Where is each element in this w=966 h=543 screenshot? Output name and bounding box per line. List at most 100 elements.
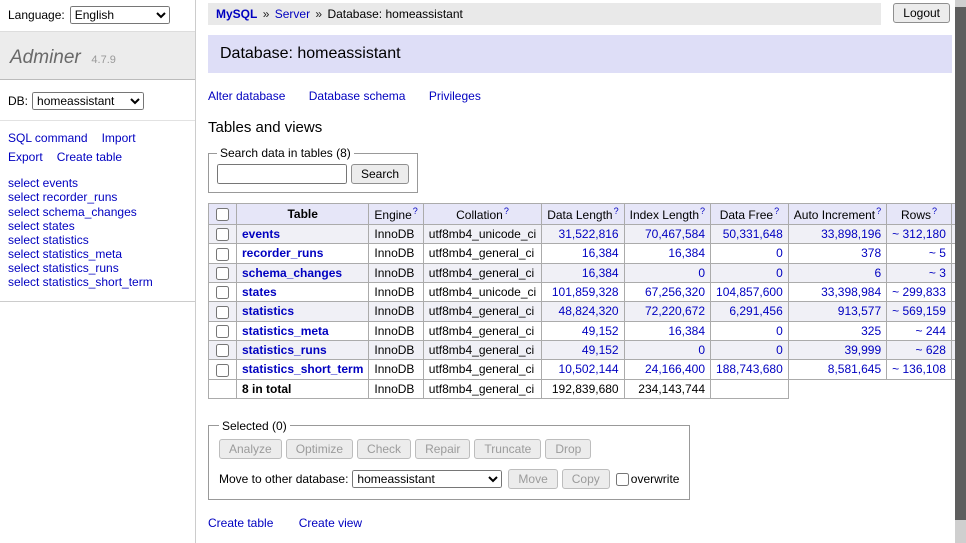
- sidebar-table-link[interactable]: select states: [8, 219, 75, 233]
- move-database-select[interactable]: homeassistant: [352, 470, 502, 488]
- column-header-rows: Rows?: [887, 204, 952, 225]
- help-link[interactable]: ?: [413, 206, 418, 216]
- database-schema-link[interactable]: Database schema: [309, 89, 406, 103]
- rows-cell[interactable]: ~ 5: [887, 244, 952, 263]
- data-length-cell: 16,384: [542, 244, 624, 263]
- row-checkbox[interactable]: [216, 325, 229, 338]
- engine-cell: InnoDB: [369, 302, 423, 321]
- table-link[interactable]: schema_changes: [242, 266, 342, 280]
- db-label: DB:: [8, 94, 28, 108]
- row-checkbox[interactable]: [216, 267, 229, 280]
- overwrite-label-wrap: overwrite: [616, 472, 680, 486]
- sidebar-table-link[interactable]: select statistics_meta: [8, 247, 122, 261]
- overwrite-label: overwrite: [631, 472, 680, 486]
- alter-database-link[interactable]: Alter database: [208, 89, 285, 103]
- rows-cell[interactable]: ~ 628: [887, 340, 952, 359]
- column-header-auto-increment: Auto Increment?: [788, 204, 886, 225]
- breadcrumb-link-mysql[interactable]: MySQL: [216, 7, 257, 21]
- privileges-link[interactable]: Privileges: [429, 89, 481, 103]
- total-data-length-cell: 192,839,680: [542, 379, 624, 398]
- sidebar-table-link[interactable]: select statistics: [8, 233, 89, 247]
- data-free-cell: 188,743,680: [711, 360, 789, 379]
- row-checkbox-cell: [209, 282, 237, 301]
- sidebar-table-item: select schema_changes: [8, 205, 187, 219]
- collation-cell: utf8mb4_general_ci: [423, 263, 541, 282]
- sidebar-link-export[interactable]: Export: [8, 150, 43, 164]
- help-link[interactable]: ?: [876, 206, 881, 216]
- table-link[interactable]: recorder_runs: [242, 246, 323, 260]
- database-nav-links: Alter database Database schema Privilege…: [208, 89, 952, 103]
- row-checkbox[interactable]: [216, 306, 229, 319]
- drop-button[interactable]: Drop: [545, 439, 591, 459]
- auto-increment-cell: 33,398,984: [788, 282, 886, 301]
- page-title: Database: homeassistant: [208, 35, 952, 73]
- table-link[interactable]: events: [242, 227, 280, 241]
- analyze-button[interactable]: Analyze: [219, 439, 282, 459]
- db-select[interactable]: homeassistant: [32, 92, 144, 110]
- breadcrumb-link-server[interactable]: Server: [275, 7, 310, 21]
- sidebar-table-link[interactable]: select statistics_runs: [8, 261, 119, 275]
- data-free-cell: 0: [711, 340, 789, 359]
- help-link[interactable]: ?: [700, 206, 705, 216]
- create-table-link[interactable]: Create table: [208, 516, 273, 530]
- sidebar-table-item: select statistics_runs: [8, 261, 187, 275]
- sidebar-table-link[interactable]: select recorder_runs: [8, 190, 117, 204]
- data-length-cell: 48,824,320: [542, 302, 624, 321]
- table-total-row: 8 in totalInnoDButf8mb4_general_ci192,83…: [209, 379, 966, 398]
- check-button[interactable]: Check: [357, 439, 411, 459]
- table-link[interactable]: statistics_meta: [242, 324, 329, 338]
- copy-button[interactable]: Copy: [562, 469, 610, 489]
- help-link[interactable]: ?: [774, 206, 779, 216]
- sidebar-link-import[interactable]: Import: [102, 131, 136, 145]
- selected-buttons-row: AnalyzeOptimizeCheckRepairTruncateDrop: [219, 439, 679, 459]
- logout-button[interactable]: Logout: [893, 3, 950, 23]
- rows-cell[interactable]: ~ 299,833: [887, 282, 952, 301]
- row-checkbox[interactable]: [216, 248, 229, 261]
- scrollbar[interactable]: [955, 0, 966, 543]
- row-checkbox-cell: [209, 225, 237, 244]
- table-link[interactable]: statistics_runs: [242, 343, 327, 357]
- scrollbar-thumb[interactable]: [955, 7, 966, 520]
- sidebar-link-create-table[interactable]: Create table: [57, 150, 122, 164]
- table-row: statistics_short_termInnoDButf8mb4_gener…: [209, 360, 966, 379]
- language-select[interactable]: English: [70, 6, 170, 24]
- row-checkbox[interactable]: [216, 286, 229, 299]
- table-link[interactable]: states: [242, 285, 277, 299]
- sidebar-table-item: select statistics_meta: [8, 247, 187, 261]
- rows-cell[interactable]: ~ 312,180: [887, 225, 952, 244]
- create-view-link[interactable]: Create view: [299, 516, 362, 530]
- optimize-button[interactable]: Optimize: [286, 439, 353, 459]
- move-button[interactable]: Move: [508, 469, 557, 489]
- rows-cell[interactable]: ~ 569,159: [887, 302, 952, 321]
- table-link[interactable]: statistics_short_term: [242, 362, 363, 376]
- adminer-brand: Adminer 4.7.9: [0, 31, 195, 80]
- data-free-cell: 50,331,648: [711, 225, 789, 244]
- main-content: MySQL » Server » Database: homeassistant…: [196, 0, 966, 543]
- row-checkbox[interactable]: [216, 344, 229, 357]
- row-checkbox[interactable]: [216, 228, 229, 241]
- table-link[interactable]: statistics: [242, 304, 294, 318]
- rows-cell[interactable]: ~ 136,108: [887, 360, 952, 379]
- sidebar-link-sql-command[interactable]: SQL command: [8, 131, 88, 145]
- overwrite-checkbox[interactable]: [616, 473, 629, 486]
- search-button[interactable]: Search: [351, 164, 409, 184]
- column-header-collation: Collation?: [423, 204, 541, 225]
- sidebar-table-link[interactable]: select schema_changes: [8, 205, 137, 219]
- column-header-table: Table: [237, 204, 369, 225]
- row-checkbox-cell: [209, 263, 237, 282]
- help-link[interactable]: ?: [504, 206, 509, 216]
- rows-cell[interactable]: ~ 244: [887, 321, 952, 340]
- data-length-cell: 49,152: [542, 340, 624, 359]
- search-input[interactable]: [217, 164, 347, 184]
- repair-button[interactable]: Repair: [415, 439, 470, 459]
- help-link[interactable]: ?: [614, 206, 619, 216]
- help-link[interactable]: ?: [932, 206, 937, 216]
- language-label: Language:: [8, 8, 65, 22]
- row-checkbox[interactable]: [216, 364, 229, 377]
- rows-cell[interactable]: ~ 3: [887, 263, 952, 282]
- sidebar-table-link[interactable]: select events: [8, 176, 78, 190]
- truncate-button[interactable]: Truncate: [474, 439, 541, 459]
- sidebar-table-link[interactable]: select statistics_short_term: [8, 275, 153, 289]
- data-length-cell: 16,384: [542, 263, 624, 282]
- select-all-checkbox[interactable]: [216, 208, 229, 221]
